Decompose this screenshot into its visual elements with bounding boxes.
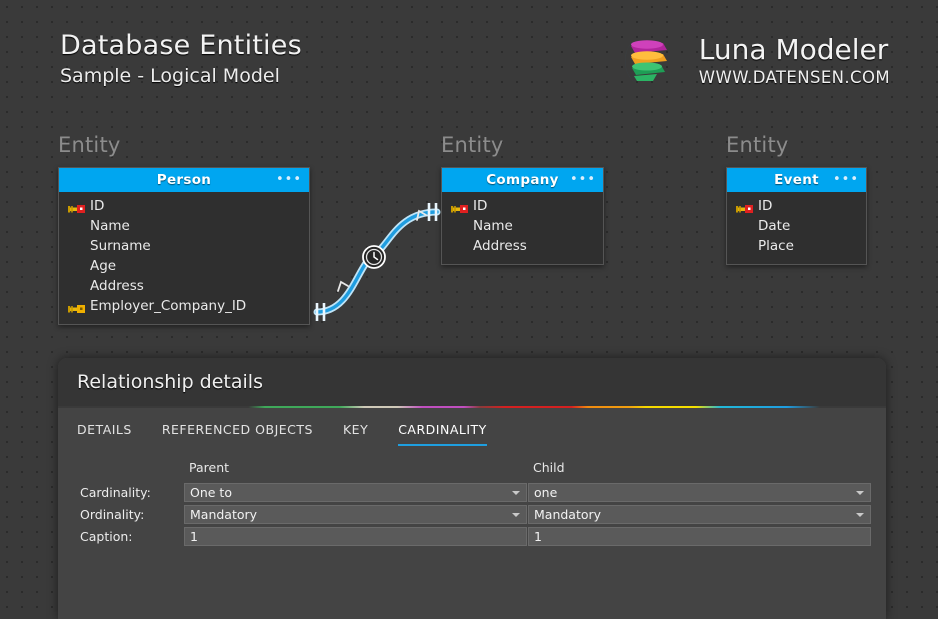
entity-box-person[interactable]: Person ••• ID Name Surname <box>58 167 310 325</box>
panel-header: Relationship details <box>58 358 886 406</box>
entity-caption: Entity <box>58 133 310 157</box>
attribute-name: ID <box>90 198 104 214</box>
entity-header[interactable]: Event ••• <box>727 168 866 192</box>
form-corner-spacer <box>80 460 184 480</box>
brand-text: Luna Modeler WWW.DATENSEN.COM <box>699 35 890 87</box>
diagram-canvas[interactable]: Database Entities Sample - Logical Model <box>0 0 938 619</box>
attribute-name: Age <box>90 258 116 274</box>
no-key-icon <box>736 240 758 252</box>
brand-name: Luna Modeler <box>699 35 890 66</box>
entity-box-event[interactable]: Event ••• ID Date Place <box>726 167 867 265</box>
panel-tabs: DETAILS REFERENCED OBJECTS KEY CARDINALI… <box>58 408 886 446</box>
entity-attribute-list: ID Name Surname Age Address <box>59 192 309 324</box>
entity-header[interactable]: Person ••• <box>59 168 309 192</box>
entity-caption: Entity <box>726 133 867 157</box>
tab-key[interactable]: KEY <box>343 422 385 446</box>
chevron-down-icon[interactable] <box>512 491 520 495</box>
column-header-parent: Parent <box>184 460 527 480</box>
tab-details[interactable]: DETAILS <box>77 422 149 446</box>
attribute-name: Date <box>758 218 790 234</box>
entity-title: Event <box>774 172 819 188</box>
no-key-icon <box>68 240 90 252</box>
no-key-icon <box>68 220 90 232</box>
attribute-name: Address <box>90 278 144 294</box>
clock-badge-icon[interactable] <box>363 246 385 268</box>
attribute-name: Address <box>473 238 527 254</box>
field-value: 1 <box>534 529 542 544</box>
tab-cardinality[interactable]: CARDINALITY <box>398 422 504 446</box>
attribute-row[interactable]: Employer_Company_ID <box>59 296 309 316</box>
label-caption: Caption: <box>80 527 184 546</box>
cardinality-child-select[interactable]: one <box>528 483 871 502</box>
entity-attribute-list: ID Date Place <box>727 192 866 264</box>
attribute-row[interactable]: Name <box>59 216 309 236</box>
attribute-name: ID <box>758 198 772 214</box>
chevron-down-icon[interactable] <box>856 513 864 517</box>
attribute-name: Name <box>473 218 513 234</box>
ordinality-parent-select[interactable]: Mandatory <box>184 505 527 524</box>
brand-url: WWW.DATENSEN.COM <box>699 68 890 87</box>
field-value: one <box>534 485 557 500</box>
column-header-child: Child <box>528 460 871 480</box>
no-key-icon <box>736 220 758 232</box>
field-value: 1 <box>190 529 198 544</box>
no-key-icon <box>68 260 90 272</box>
entity-caption: Entity <box>441 133 604 157</box>
entity-title: Company <box>486 172 559 188</box>
primary-key-icon <box>736 200 758 212</box>
luna-moon-database-logo <box>623 30 685 92</box>
ellipsis-icon[interactable]: ••• <box>276 177 302 183</box>
field-value: Mandatory <box>534 507 601 522</box>
caption-child-input[interactable]: 1 <box>528 527 871 546</box>
page-subtitle: Sample - Logical Model <box>60 65 302 88</box>
attribute-name: ID <box>473 198 487 214</box>
attribute-row[interactable]: Address <box>442 236 603 256</box>
chevron-down-icon[interactable] <box>512 513 520 517</box>
attribute-row[interactable]: Age <box>59 256 309 276</box>
cardinality-parent-select[interactable]: One to <box>184 483 527 502</box>
ordinality-child-select[interactable]: Mandatory <box>528 505 871 524</box>
panel-title: Relationship details <box>77 371 263 393</box>
attribute-name: Name <box>90 218 130 234</box>
attribute-row[interactable]: ID <box>727 196 866 216</box>
attribute-row[interactable]: Name <box>442 216 603 236</box>
attribute-name: Place <box>758 238 794 254</box>
ellipsis-icon[interactable]: ••• <box>833 177 859 183</box>
brand-block: Luna Modeler WWW.DATENSEN.COM <box>623 30 890 92</box>
foreign-key-icon <box>68 300 90 312</box>
relationship-details-panel: Relationship details DETAILS REFERENCED … <box>58 358 886 619</box>
attribute-row[interactable]: Surname <box>59 236 309 256</box>
tab-referenced-objects[interactable]: REFERENCED OBJECTS <box>162 422 330 446</box>
attribute-row[interactable]: Place <box>727 236 866 256</box>
no-key-icon <box>68 280 90 292</box>
title-block: Database Entities Sample - Logical Model <box>60 30 302 88</box>
caption-parent-input[interactable]: 1 <box>184 527 527 546</box>
entity-box-company[interactable]: Company ••• ID Name Address <box>441 167 604 265</box>
ellipsis-icon[interactable]: ••• <box>570 177 596 183</box>
chevron-down-icon[interactable] <box>856 491 864 495</box>
attribute-name: Surname <box>90 238 151 254</box>
entity-header[interactable]: Company ••• <box>442 168 603 192</box>
entity-group-event: Entity Event ••• ID Date <box>726 133 867 265</box>
attribute-row[interactable]: Address <box>59 276 309 296</box>
entity-title: Person <box>157 172 211 188</box>
page-title: Database Entities <box>60 30 302 62</box>
entity-group-company: Entity Company ••• ID Name <box>441 133 604 265</box>
label-cardinality: Cardinality: <box>80 483 184 502</box>
attribute-row[interactable]: Date <box>727 216 866 236</box>
field-value: One to <box>190 485 232 500</box>
field-value: Mandatory <box>190 507 257 522</box>
label-ordinality: Ordinality: <box>80 505 184 524</box>
primary-key-icon <box>68 200 90 212</box>
entity-attribute-list: ID Name Address <box>442 192 603 264</box>
relationship-connector[interactable] <box>305 190 455 325</box>
attribute-row[interactable]: ID <box>59 196 309 216</box>
attribute-name: Employer_Company_ID <box>90 298 246 314</box>
attribute-row[interactable]: ID <box>442 196 603 216</box>
cardinality-form: Parent Child Cardinality: One to one Ord… <box>58 446 886 546</box>
entity-group-person: Entity Person ••• ID Name <box>58 133 310 325</box>
